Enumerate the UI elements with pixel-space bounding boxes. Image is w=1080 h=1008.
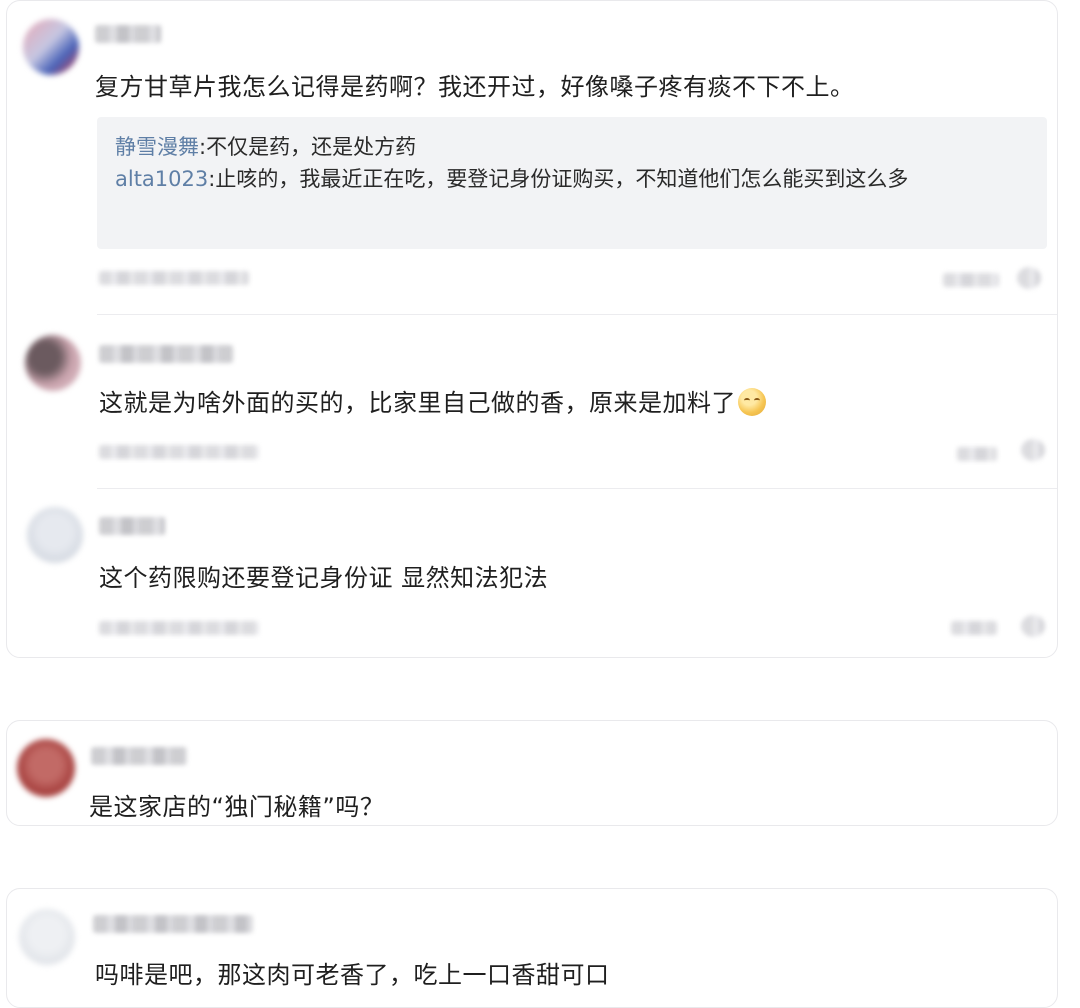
username-blurred[interactable] xyxy=(93,915,253,933)
divider xyxy=(97,488,1057,489)
reply-text: 止咳的，我最近正在吃，要登记身份证购买，不知道他们怎么能买到这么多 xyxy=(215,167,909,191)
like-area-blurred[interactable] xyxy=(951,621,997,635)
like-icon[interactable] xyxy=(1021,439,1045,461)
avatar[interactable] xyxy=(27,507,83,563)
reply-line: alta1023:止咳的，我最近正在吃，要登记身份证购买，不知道他们怎么能买到这… xyxy=(115,163,1029,195)
reply-text: 不仅是药，还是处方药 xyxy=(206,135,417,159)
comment-text: 这就是为啥外面的买的，比家里自己做的香，原来是加料了 xyxy=(99,387,766,419)
comment-text: 这个药限购还要登记身份证 显然知法犯法 xyxy=(99,564,549,592)
reply-username[interactable]: 静雪漫舞 xyxy=(115,135,199,159)
avatar[interactable] xyxy=(17,739,75,797)
username-blurred[interactable] xyxy=(99,517,165,535)
avatar[interactable] xyxy=(19,909,75,965)
like-area-blurred[interactable] xyxy=(957,447,997,461)
like-area-blurred[interactable] xyxy=(943,273,999,287)
comment-text-label: 这就是为啥外面的买的，比家里自己做的香，原来是加料了 xyxy=(99,389,736,417)
username-blurred[interactable] xyxy=(91,747,187,765)
comment-card-3: 吗啡是吧，那这肉可老香了，吃上一口香甜可口 xyxy=(6,888,1058,1008)
comment-card-2: 是这家店的“独门秘籍”吗？ xyxy=(6,720,1058,826)
avatar[interactable] xyxy=(25,335,81,391)
avatar[interactable] xyxy=(23,19,79,75)
comment-text: 是这家店的“独门秘籍”吗？ xyxy=(89,793,385,821)
reply-username[interactable]: alta1023 xyxy=(115,167,208,191)
comment-text: 吗啡是吧，那这肉可老香了，吃上一口香甜可口 xyxy=(95,961,610,989)
reply-quote-box: 静雪漫舞:不仅是药，还是处方药 alta1023:止咳的，我最近正在吃，要登记身… xyxy=(97,117,1047,249)
comment-meta-blurred xyxy=(99,271,249,285)
comment-card-1: 复方甘草片我怎么记得是药啊？我还开过，好像嗓子疼有痰不下不上。 静雪漫舞:不仅是… xyxy=(6,0,1058,658)
username-blurred[interactable] xyxy=(95,25,161,43)
username-blurred[interactable] xyxy=(99,345,233,363)
comment-meta-blurred xyxy=(99,621,259,635)
reply-line: 静雪漫舞:不仅是药，还是处方药 xyxy=(115,131,1029,163)
comment-meta-blurred xyxy=(99,445,259,459)
comment-text: 复方甘草片我怎么记得是药啊？我还开过，好像嗓子疼有痰不下不上。 xyxy=(95,73,855,101)
like-icon[interactable] xyxy=(1021,615,1045,637)
divider xyxy=(97,314,1057,315)
like-icon[interactable] xyxy=(1017,267,1041,289)
smirk-face-icon xyxy=(738,388,766,416)
